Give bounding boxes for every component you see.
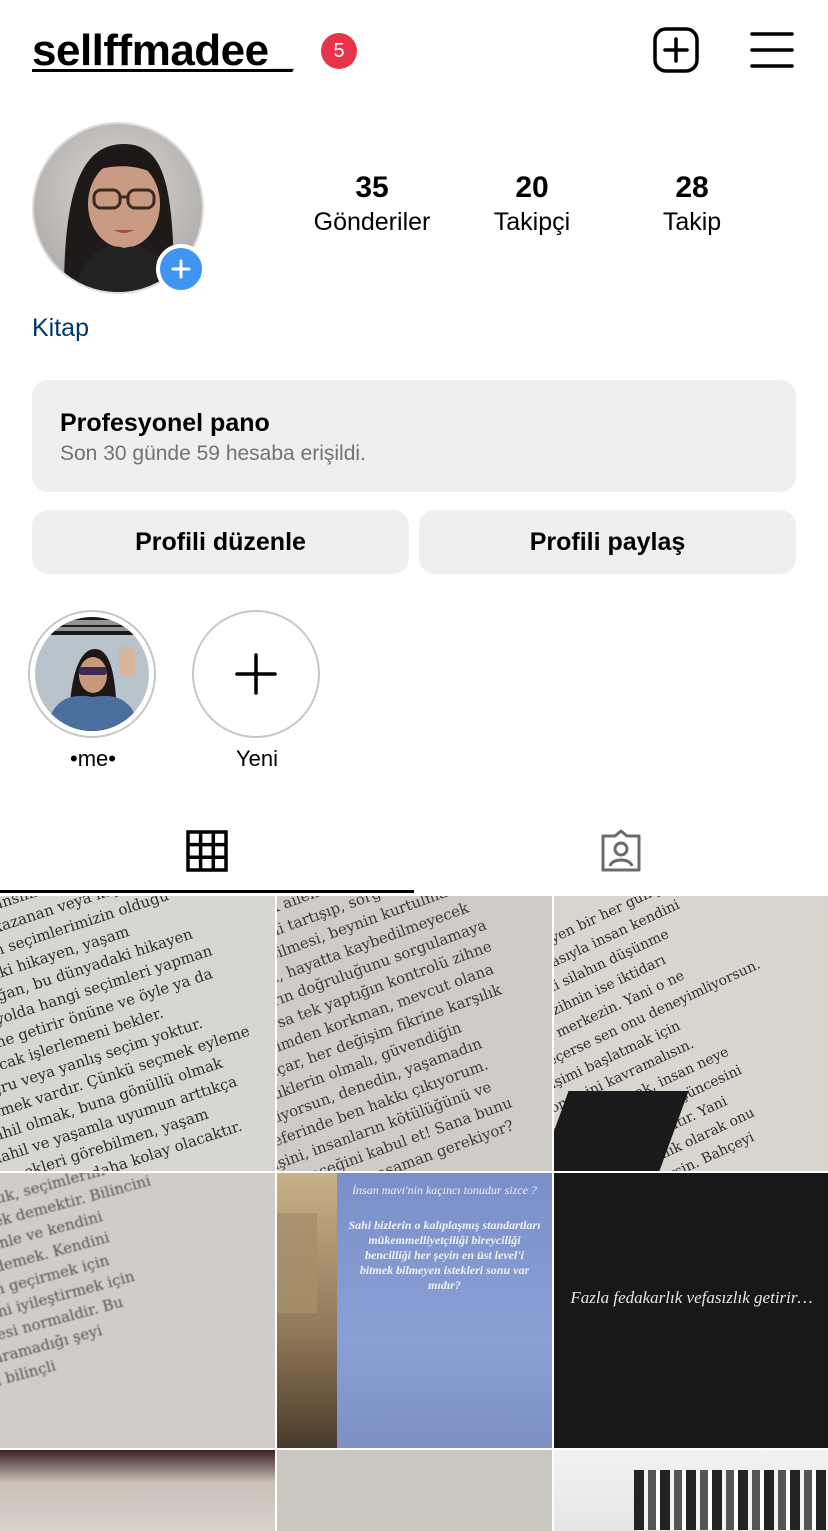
share-profile-button[interactable]: Profili paylaş (419, 510, 796, 574)
professional-dashboard[interactable]: Profesyonel pano Son 30 günde 59 hesaba … (32, 380, 796, 492)
stat-label: Gönderiler (313, 208, 431, 236)
highlight-cover (35, 617, 149, 731)
stat-label: Takip (662, 208, 722, 236)
poster-title: İnsan mavi'nin kaçıncı tonudur sizce ? (352, 1183, 537, 1197)
tagged-user-icon (601, 829, 641, 872)
plus-icon (235, 653, 277, 695)
create-post-button[interactable] (652, 26, 700, 74)
profile-avatar[interactable] (32, 122, 206, 296)
dashboard-title: Profesyonel pano (60, 409, 270, 437)
edit-profile-button[interactable]: Profili düzenle (32, 510, 409, 574)
highlight-me[interactable]: •me• (28, 610, 158, 772)
post-thumbnail[interactable]: kazanan, şansını deneye kazanan, kazanan… (0, 896, 275, 1171)
tab-tagged[interactable] (414, 808, 828, 894)
add-story-button[interactable] (156, 244, 206, 294)
highlight-label: •me• (70, 746, 116, 771)
highlight-new[interactable]: Yeni (192, 610, 322, 772)
following-count[interactable]: 28 Takip (612, 170, 772, 238)
post-thumbnail[interactable]: kendine gizli mayı bedelleyen bir her gü… (554, 896, 828, 1171)
tab-posts[interactable] (0, 808, 414, 894)
stat-value: 35 (355, 171, 389, 204)
quote-text: Fazla fedakarlık vefasızlık getirir… (570, 1288, 813, 1307)
profile-category[interactable]: Kitap (32, 314, 89, 343)
stat-label: Takipçi (493, 208, 571, 236)
post-thumbnail[interactable] (554, 1450, 828, 1531)
profile-tabs (0, 808, 828, 894)
profile-header: sellffmadee_ 5 (0, 0, 828, 100)
menu-button[interactable] (748, 28, 796, 72)
username[interactable]: sellffmadee_ (32, 26, 293, 76)
poster-heading: Sahi bizlerin o kalıplaşmış standartları… (348, 1218, 541, 1292)
posts-count[interactable]: 35 Gönderiler (292, 170, 452, 238)
post-thumbnail[interactable]: İnsan mavi'nin kaçıncı tonudur sizce ? S… (277, 1173, 552, 1448)
post-thumbnail[interactable] (277, 1450, 552, 1531)
notification-badge[interactable]: 5 (321, 33, 357, 69)
plus-square-icon (653, 27, 699, 73)
post-thumbnail[interactable] (0, 1450, 275, 1531)
post-thumbnail[interactable]: ve Sorumluluk, seçimlerini biplenmek dem… (0, 1173, 275, 1448)
post-thumbnail[interactable]: Fazla fedakarlık vefasızlık getirir… (554, 1173, 828, 1448)
hamburger-menu-icon (750, 32, 794, 68)
dashboard-subtitle: Son 30 günde 59 hesaba erişildi. (60, 442, 366, 465)
grid-icon (186, 830, 228, 872)
plus-icon (171, 259, 191, 279)
new-highlight-ring (192, 610, 320, 738)
active-tab-indicator (0, 890, 414, 893)
highlight-ring (28, 610, 156, 738)
followers-count[interactable]: 20 Takipçi (452, 170, 612, 238)
stat-value: 28 (675, 171, 709, 204)
stat-value: 20 (515, 171, 549, 204)
highlight-label: Yeni (235, 746, 278, 771)
post-thumbnail[interactable]: insan olarak ailenin aslında düşüncesini… (277, 896, 552, 1171)
